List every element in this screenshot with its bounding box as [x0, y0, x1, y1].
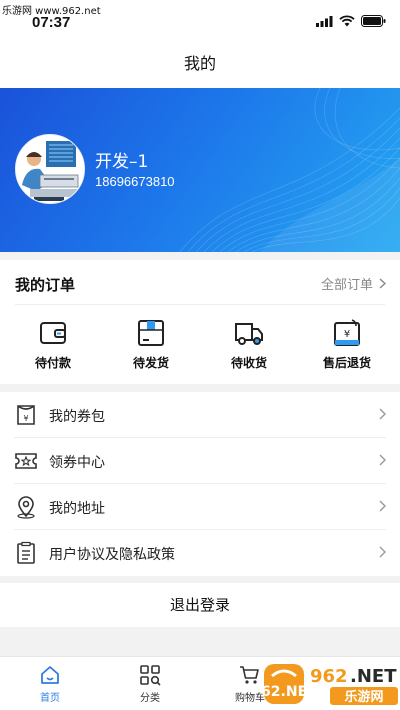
menu-item-label: 我的地址: [49, 501, 105, 517]
svg-text:962: 962: [310, 666, 348, 687]
order-pending-receipt-label: 待收货: [230, 356, 267, 370]
order-pending-receipt[interactable]: 待收货: [209, 318, 289, 371]
tab-category-label: 分类: [140, 693, 160, 704]
page-title: 我的: [183, 54, 216, 73]
svg-text:¥: ¥: [344, 329, 350, 340]
logout-label: 退出登录: [169, 596, 230, 614]
chevron-right-icon: [379, 546, 386, 558]
svg-text:¥: ¥: [23, 414, 28, 423]
tab-home-label: 首页: [40, 693, 60, 704]
watermark-962-logo: 962.NET 962 .NET 乐游网: [262, 664, 398, 705]
watermark-text: 乐游网: [344, 689, 383, 705]
menu-item-coupon-center[interactable]: 领券中心: [0, 438, 400, 484]
chevron-right-icon: [379, 278, 386, 289]
cart-icon: [240, 666, 259, 684]
refund-icon: ¥: [334, 319, 360, 346]
status-icons: [316, 15, 386, 27]
menu-item-label: 领券中心: [49, 455, 105, 471]
chevron-right-icon: [379, 454, 386, 466]
order-pending-shipment[interactable]: 待发货: [111, 318, 191, 371]
order-after-sales-label: 售后退货: [322, 356, 371, 370]
tab-home[interactable]: 首页: [20, 664, 80, 704]
chevron-right-icon: [379, 500, 386, 512]
divider: [15, 304, 385, 305]
svg-text:.NET: .NET: [350, 666, 397, 687]
document-icon: [17, 541, 35, 564]
menu-item-label: 我的券包: [49, 409, 105, 425]
battery-icon: [361, 15, 386, 27]
category-icon: [140, 665, 161, 686]
order-after-sales[interactable]: ¥ 售后退货: [307, 318, 387, 371]
user-phone: 18696673810: [95, 174, 175, 189]
location-icon: [17, 496, 35, 519]
all-orders-label: 全部订单: [320, 278, 373, 293]
all-orders-link[interactable]: 全部订单: [321, 274, 386, 293]
orders-title: 我的订单: [15, 276, 76, 294]
nav-bar: 我的: [0, 36, 400, 88]
chevron-right-icon: [379, 408, 386, 420]
user-name[interactable]: 开发–1: [95, 147, 148, 172]
ticket-icon: [15, 453, 37, 469]
menu-item-coupon-bag[interactable]: ¥ 我的券包: [0, 392, 400, 438]
avatar[interactable]: [15, 134, 85, 204]
wallet-icon: [40, 322, 66, 344]
home-icon: [41, 666, 59, 684]
order-pending-payment[interactable]: 待付款: [13, 318, 93, 371]
menu-item-label: 用户协议及隐私政策: [49, 547, 175, 563]
logout-button[interactable]: 退出登录: [0, 583, 400, 627]
orders-card: 我的订单 全部订单 待付款 待发货 待收货 ¥ 售后退货: [0, 260, 400, 384]
watermark-brand: 962.NET: [262, 684, 317, 700]
profile-banner: 开发–1 18696673810: [0, 88, 400, 252]
menu-item-address[interactable]: 我的地址: [0, 484, 400, 530]
tab-category[interactable]: 分类: [120, 664, 180, 704]
order-pending-payment-label: 待付款: [34, 356, 71, 370]
signal-icon: [316, 15, 333, 27]
coupon-bag-icon: ¥: [17, 405, 35, 425]
menu-list: ¥ 我的券包 领券中心 我的地址 用户协议及隐私政策: [0, 392, 400, 576]
avatar-illustration-icon: [16, 135, 84, 203]
order-pending-shipment-label: 待发货: [132, 356, 169, 370]
wifi-icon: [339, 15, 355, 27]
menu-item-privacy-policy[interactable]: 用户协议及隐私政策: [0, 530, 400, 576]
watermark-top-text: 乐游网 www.962.net: [2, 6, 101, 17]
truck-icon: [235, 323, 263, 345]
package-icon: [138, 320, 164, 346]
